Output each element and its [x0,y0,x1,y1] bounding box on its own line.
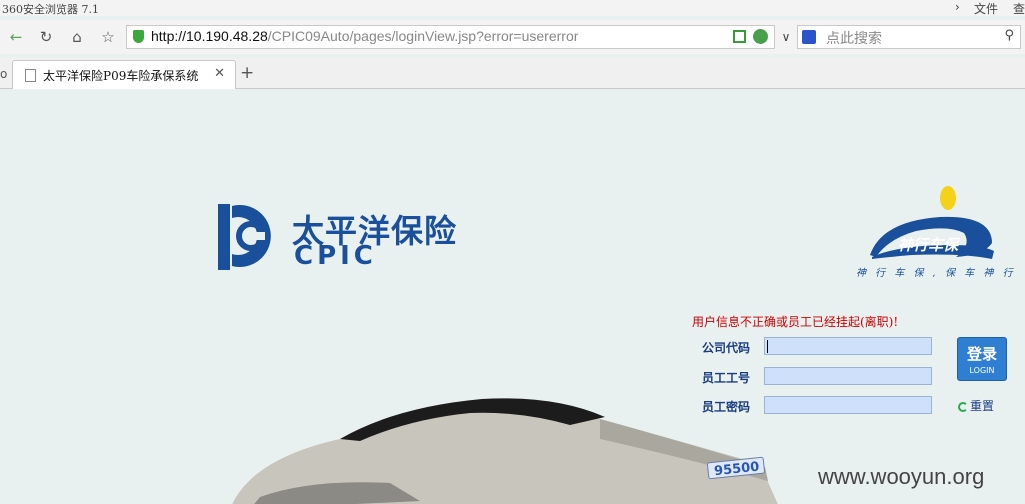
url-text: http://10.190.48.28/CPIC09Auto/pages/log… [151,28,578,44]
login-error-message: 用户信息不正确或员工已经挂起(离职)! [692,315,899,329]
brand-slogan: 神 行 车 保 , 保 车 神 行 [856,268,1016,279]
chevron-down-icon[interactable]: ∨ [776,25,796,49]
employee-id-label: 员工工号 [702,371,751,385]
browser-title: 360安全浏览器 7.1 [2,3,99,16]
login-button-sublabel: LOGIN [969,366,995,375]
tab-title: 太平洋保险P09车险承保系统 [43,69,199,83]
home-icon[interactable]: ⌂ [66,26,88,48]
security-shield-icon [133,30,144,43]
watermark: www.wooyun.org [818,464,985,489]
search-box[interactable]: 点此搜索 ⚲ [797,25,1021,49]
url-host: http://10.190.48.28 [151,28,268,44]
reset-icon [958,401,968,412]
speed-mode-icon[interactable] [753,29,768,44]
tab-bar: o 太平洋保险P09车险承保系统 ✕ + [0,58,1025,89]
brand-name-en: CPIC [294,241,377,271]
close-tab-icon[interactable]: ✕ [214,66,225,81]
browser-toolbar: ← ↻ ⌂ ☆ http://10.190.48.28/CPIC09Auto/p… [0,20,1025,54]
document-icon [25,69,36,82]
search-icon[interactable]: ⚲ [1004,28,1014,43]
company-code-label: 公司代码 [702,341,751,355]
address-bar[interactable]: http://10.190.48.28/CPIC09Auto/pages/log… [126,25,775,49]
sub-brand-name: 神行车保 [898,236,959,254]
qr-code-icon[interactable] [733,30,746,43]
reset-label: 重置 [970,399,995,413]
chevron-right-icon[interactable]: › [955,0,960,14]
url-path: /CPIC09Auto/pages/loginView.jsp?error=us… [267,28,579,44]
favorite-star-icon[interactable]: ☆ [97,26,119,48]
login-button[interactable]: 登录 LOGIN [957,337,1007,381]
login-button-label: 登录 [966,345,997,363]
menu-file[interactable]: 文件 [974,0,998,17]
reset-button[interactable]: 重置 [958,397,994,414]
new-tab-button[interactable]: + [240,63,254,83]
tab-active[interactable]: 太平洋保险P09车险承保系统 ✕ [12,60,236,89]
refresh-icon[interactable]: ↻ [35,26,57,48]
text-caret [767,340,768,353]
password-input[interactable] [764,396,932,414]
search-input[interactable]: 点此搜索 [826,28,882,48]
car-illustration: 95500 [232,398,778,504]
cpic-logo-icon [218,204,271,270]
page-content: 太平洋保险 CPIC 神行车保 神 行 车 保 , 保 车 神 行 用户信息不正… [0,89,1025,504]
baidu-paw-icon[interactable] [802,30,816,44]
back-icon[interactable]: ← [5,26,27,48]
tab-bar-edge: o [0,67,8,81]
employee-id-input[interactable] [764,367,932,385]
browser-title-bar: 360安全浏览器 7.1 › 文件 查 [0,0,1025,16]
menu-view[interactable]: 查 [1013,0,1025,17]
company-code-input[interactable] [764,337,932,355]
shenxing-logo: 神行车保 神 行 车 保 , 保 车 神 行 [852,185,1013,280]
